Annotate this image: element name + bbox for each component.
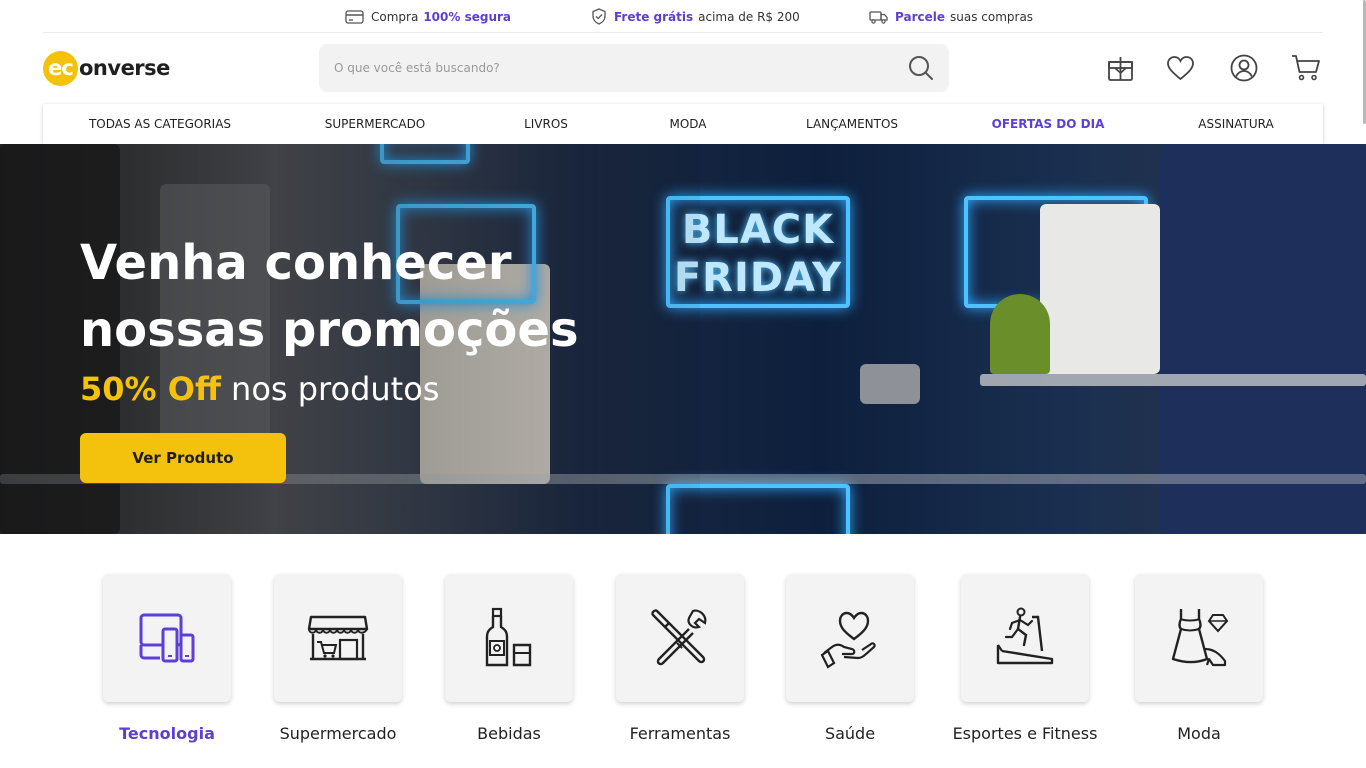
- installments-suffix: suas compras: [950, 9, 1034, 24]
- category-tile: [1135, 574, 1263, 702]
- logo-text: onverse: [79, 56, 170, 80]
- secure-highlight: 100% segura: [423, 9, 512, 24]
- shield-check-icon: [592, 8, 606, 25]
- heart-icon: [1166, 56, 1194, 81]
- cart-button[interactable]: [1286, 48, 1326, 88]
- hero-title: Venha conhecer nossas promoções: [80, 235, 579, 358]
- hero-subtitle-rest: nos produtos: [231, 370, 440, 408]
- health-heart-hand-icon: [820, 611, 876, 669]
- logo-mark: ec: [43, 50, 78, 86]
- category-tile: [786, 574, 914, 702]
- account-button[interactable]: [1224, 48, 1264, 88]
- background-shopping-bag: [1040, 204, 1160, 374]
- category-moda[interactable]: Moda: [1135, 574, 1263, 743]
- see-product-button[interactable]: Ver Produto: [80, 433, 286, 483]
- bottle-icon: [485, 607, 532, 667]
- user-icon: [1230, 54, 1258, 82]
- store-icon: [307, 615, 369, 661]
- secure-purchase-info: Compra 100% segura: [345, 0, 516, 33]
- category-tile: [103, 574, 231, 702]
- category-esportes-e-fitness[interactable]: Esportes e Fitness: [953, 574, 1097, 743]
- credit-card-icon: [345, 9, 364, 24]
- truck-icon: [869, 10, 888, 24]
- category-label: Moda: [1177, 724, 1221, 743]
- search-input[interactable]: [319, 61, 893, 75]
- hero-subtitle: 50% Off nos produtos: [80, 370, 439, 408]
- category-tile: [274, 574, 402, 702]
- logo[interactable]: ec onverse: [43, 50, 170, 86]
- wishlist-button[interactable]: [1160, 48, 1200, 88]
- top-info-bar: Compra 100% segura Frete grátis acima de…: [43, 0, 1323, 33]
- hero-discount: 50% Off: [80, 370, 221, 408]
- hero-banner: BLACK FRIDAY Venha conhecer nossas promo…: [0, 144, 1366, 534]
- nav-item-lancamentos[interactable]: LANÇAMENTOS: [806, 104, 898, 144]
- main-nav: TODAS AS CATEGORIAS SUPERMERCADO LIVROS …: [43, 104, 1323, 144]
- shipping-highlight: Frete grátis: [614, 9, 694, 24]
- gift-icon: [1107, 56, 1133, 81]
- installments-info: Parcele suas compras: [869, 0, 1033, 33]
- category-label: Supermercado: [279, 724, 397, 743]
- free-shipping-info: Frete grátis acima de R$ 200: [591, 0, 800, 33]
- background-plant: [990, 294, 1050, 374]
- devices-icon: [139, 613, 195, 663]
- nav-item-supermercado[interactable]: SUPERMERCADO: [325, 104, 426, 144]
- category-label: Ferramentas: [629, 724, 731, 743]
- background-door-lock: [860, 364, 920, 404]
- search-button[interactable]: [893, 44, 949, 92]
- shipping-suffix: acima de R$ 200: [698, 9, 800, 24]
- category-label: Esportes e Fitness: [952, 724, 1098, 743]
- category-tile: [961, 574, 1089, 702]
- category-supermercado[interactable]: Supermercado: [274, 574, 402, 743]
- search-icon: [909, 56, 933, 80]
- cart-icon: [1292, 55, 1320, 81]
- secure-prefix: Compra: [371, 9, 419, 24]
- search-bar: [319, 44, 949, 92]
- category-saude[interactable]: Saúde: [786, 574, 914, 743]
- category-tecnologia[interactable]: Tecnologia: [103, 574, 231, 743]
- category-ferramentas[interactable]: Ferramentas: [616, 574, 744, 743]
- dress-icon: [1171, 609, 1229, 667]
- gift-button[interactable]: [1100, 48, 1140, 88]
- category-label: Bebidas: [477, 724, 541, 743]
- nav-item-ofertas-do-dia[interactable]: OFERTAS DO DIA: [992, 104, 1105, 144]
- nav-item-moda[interactable]: MODA: [669, 104, 706, 144]
- category-tile: [445, 574, 573, 702]
- background-rack: [980, 374, 1366, 386]
- tools-icon: [651, 609, 707, 666]
- nav-item-todas-as-categorias[interactable]: TODAS AS CATEGORIAS: [89, 104, 231, 144]
- category-tile: [616, 574, 744, 702]
- treadmill-icon: [996, 607, 1054, 665]
- installments-highlight: Parcele: [895, 9, 945, 24]
- nav-item-livros[interactable]: LIVROS: [524, 104, 568, 144]
- nav-item-assinatura[interactable]: ASSINATURA: [1198, 104, 1273, 144]
- category-label: Saúde: [824, 724, 876, 743]
- category-bebidas[interactable]: Bebidas: [445, 574, 573, 743]
- category-label: Tecnologia: [119, 724, 215, 743]
